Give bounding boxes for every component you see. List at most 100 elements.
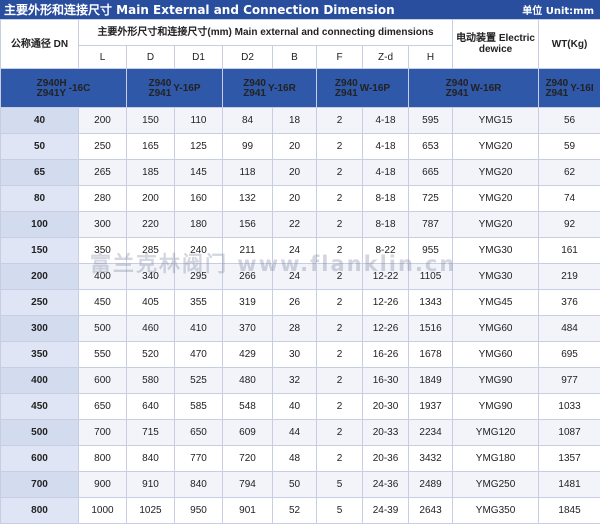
header-dn: 公称通径 DN bbox=[1, 20, 79, 69]
model-suffix: -16C bbox=[69, 84, 91, 94]
model-suffix: W-16R bbox=[470, 84, 501, 94]
table-cell: 460 bbox=[127, 316, 175, 342]
header-col-h: H bbox=[409, 46, 453, 69]
table-cell: 110 bbox=[175, 108, 223, 134]
table-cell: 910 bbox=[127, 472, 175, 498]
table-cell: 787 bbox=[409, 212, 453, 238]
table-cell: 1000 bbox=[79, 498, 127, 524]
table-cell: 400 bbox=[79, 264, 127, 290]
table-cell: 2 bbox=[317, 446, 363, 472]
table-cell: 99 bbox=[223, 134, 273, 160]
table-row: 50250165125992024-18653YMG2059 bbox=[1, 134, 600, 160]
table-row: 25045040535531926212-261343YMG45376 bbox=[1, 290, 600, 316]
table-cell: 470 bbox=[175, 342, 223, 368]
table-cell: 20-30 bbox=[363, 394, 409, 420]
table-cell: YMG20 bbox=[453, 134, 539, 160]
table-cell: 350 bbox=[79, 238, 127, 264]
model-top: Z940 bbox=[243, 79, 266, 89]
header-col-zd: Z-d bbox=[363, 46, 409, 69]
table-cell: 56 bbox=[539, 108, 600, 134]
table-cell: 653 bbox=[409, 134, 453, 160]
table-cell: 901 bbox=[223, 498, 273, 524]
table-cell: 525 bbox=[175, 368, 223, 394]
table-cell: 74 bbox=[539, 186, 600, 212]
model-suffix: Y-16P bbox=[173, 84, 200, 94]
table-cell: 59 bbox=[539, 134, 600, 160]
table-cell: 211 bbox=[223, 238, 273, 264]
table-cell: 340 bbox=[127, 264, 175, 290]
table-cell: 161 bbox=[539, 238, 600, 264]
table-cell: 1357 bbox=[539, 446, 600, 472]
table-cell: 600 bbox=[79, 368, 127, 394]
header-dimensions-group: 主要外形尺寸和连接尺寸(mm) Main external and connec… bbox=[79, 20, 453, 46]
table-cell: YMG120 bbox=[453, 420, 539, 446]
table-cell: 550 bbox=[79, 342, 127, 368]
dn-cell: 450 bbox=[1, 394, 79, 420]
table-cell: 2 bbox=[317, 316, 363, 342]
table-cell: 8-18 bbox=[363, 186, 409, 212]
table-cell: 44 bbox=[273, 420, 317, 446]
table-cell: 319 bbox=[223, 290, 273, 316]
table-cell: 12-26 bbox=[363, 290, 409, 316]
table-cell: 50 bbox=[273, 472, 317, 498]
table-cell: 22 bbox=[273, 212, 317, 238]
table-cell: 1033 bbox=[539, 394, 600, 420]
dimension-table: 公称通径 DN 主要外形尺寸和连接尺寸(mm) Main external an… bbox=[0, 19, 600, 524]
dn-cell: 150 bbox=[1, 238, 79, 264]
table-cell: 84 bbox=[223, 108, 273, 134]
table-row: 30050046041037028212-261516YMG60484 bbox=[1, 316, 600, 342]
table-cell: 665 bbox=[409, 160, 453, 186]
table-cell: 2 bbox=[317, 264, 363, 290]
model-cell: Z940Z941W-16P bbox=[317, 69, 409, 108]
table-cell: 800 bbox=[79, 446, 127, 472]
table-cell: 1481 bbox=[539, 472, 600, 498]
table-cell: 794 bbox=[223, 472, 273, 498]
table-cell: 405 bbox=[127, 290, 175, 316]
table-cell: 429 bbox=[223, 342, 273, 368]
model-bottom: Z941 bbox=[545, 89, 568, 99]
table-cell: 1343 bbox=[409, 290, 453, 316]
table-cell: 20-33 bbox=[363, 420, 409, 446]
model-bottom: Z941Y bbox=[37, 89, 67, 99]
header-electric-device: 电动装置 Electric dewice bbox=[453, 20, 539, 69]
table-cell: 24-36 bbox=[363, 472, 409, 498]
table-cell: 160 bbox=[175, 186, 223, 212]
dn-cell: 700 bbox=[1, 472, 79, 498]
table-cell: 12-26 bbox=[363, 316, 409, 342]
table-cell: 8-22 bbox=[363, 238, 409, 264]
table-cell: 650 bbox=[175, 420, 223, 446]
table-cell: 715 bbox=[127, 420, 175, 446]
table-cell: 92 bbox=[539, 212, 600, 238]
header-weight: WT(Kg) bbox=[539, 20, 600, 69]
table-cell: 376 bbox=[539, 290, 600, 316]
table-cell: YMG90 bbox=[453, 368, 539, 394]
table-cell: 16-30 bbox=[363, 368, 409, 394]
model-bottom: Z941 bbox=[446, 89, 469, 99]
table-row: 60080084077072048220-363432YMG1801357 bbox=[1, 446, 600, 472]
table-cell: 2234 bbox=[409, 420, 453, 446]
dn-cell: 200 bbox=[1, 264, 79, 290]
table-cell: 2 bbox=[317, 394, 363, 420]
table-cell: 1516 bbox=[409, 316, 453, 342]
model-suffix: Y-16R bbox=[268, 84, 296, 94]
model-row: Z940HZ941Y-16CZ940Z941Y-16PZ940Z941Y-16R… bbox=[1, 69, 600, 108]
table-cell: 26 bbox=[273, 290, 317, 316]
table-cell: YMG250 bbox=[453, 472, 539, 498]
table-row: 652651851451182024-18665YMG2062 bbox=[1, 160, 600, 186]
table-cell: 4-18 bbox=[363, 108, 409, 134]
table-cell: YMG350 bbox=[453, 498, 539, 524]
table-cell: 285 bbox=[127, 238, 175, 264]
table-cell: 840 bbox=[175, 472, 223, 498]
table-cell: YMG90 bbox=[453, 394, 539, 420]
table-cell: 950 bbox=[175, 498, 223, 524]
header-col-f: F bbox=[317, 46, 363, 69]
table-cell: 40 bbox=[273, 394, 317, 420]
table-row: 8001000102595090152524-392643YMG3501845 bbox=[1, 498, 600, 524]
table-cell: YMG60 bbox=[453, 342, 539, 368]
table-cell: 900 bbox=[79, 472, 127, 498]
table-cell: 1849 bbox=[409, 368, 453, 394]
table-cell: 16-26 bbox=[363, 342, 409, 368]
dn-cell: 40 bbox=[1, 108, 79, 134]
table-cell: YMG60 bbox=[453, 316, 539, 342]
table-cell: 18 bbox=[273, 108, 317, 134]
